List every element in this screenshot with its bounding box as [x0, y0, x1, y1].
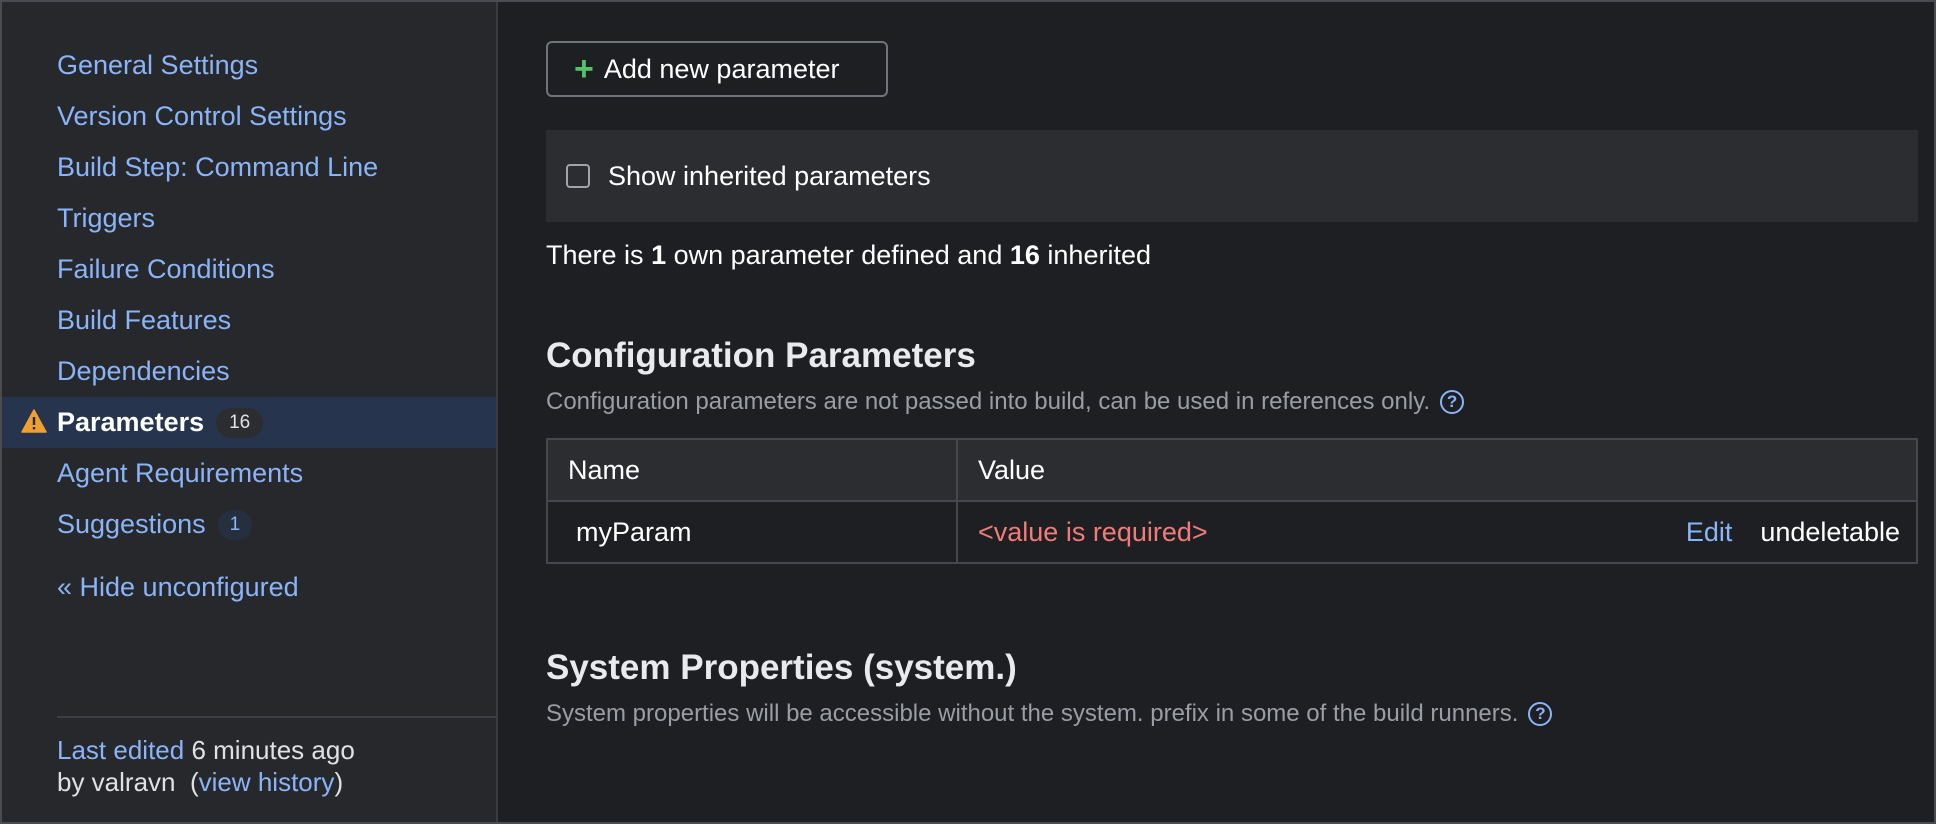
- sidebar-item-label: Build Features: [57, 305, 232, 335]
- show-inherited-label[interactable]: Show inherited parameters: [608, 161, 931, 192]
- help-circle-icon[interactable]: ?: [1528, 702, 1553, 726]
- param-value-cell: <value is required> Edit undeletable: [956, 500, 1918, 564]
- count-badge: 1: [217, 509, 253, 540]
- inherited-count: 16: [1009, 240, 1040, 270]
- sidebar-item-label: Build Step: Command Line: [57, 152, 379, 182]
- warning-triangle-icon: [21, 409, 47, 433]
- undeletable-label: undeletable: [1760, 516, 1900, 547]
- sidebar-item-label: Failure Conditions: [57, 254, 275, 284]
- help-circle-icon[interactable]: ?: [1440, 390, 1465, 414]
- table-row: myParam <value is required> Edit undelet…: [546, 500, 1918, 564]
- sidebar-nav: General Settings Version Control Setting…: [2, 40, 496, 550]
- show-inherited-bar: Show inherited parameters: [546, 130, 1918, 222]
- add-button-label: Add new parameter: [603, 53, 840, 84]
- view-history-link[interactable]: view history: [199, 767, 335, 797]
- last-edited-link[interactable]: Last edited: [57, 735, 184, 765]
- sidebar-item-suggestions[interactable]: Suggestions 1: [2, 499, 496, 550]
- last-edited-by: by valravn: [57, 767, 176, 797]
- sidebar-item-label: Triggers: [57, 203, 156, 233]
- param-value-required: <value is required>: [978, 516, 1208, 547]
- edit-parameter-link[interactable]: Edit: [1686, 517, 1733, 548]
- config-parameters-title: Configuration Parameters: [546, 336, 976, 375]
- add-new-parameter-button[interactable]: + Add new parameter: [546, 41, 888, 97]
- system-description-text: System properties will be accessible wit…: [546, 700, 1519, 727]
- sidebar-item-agent-requirements[interactable]: Agent Requirements: [2, 448, 496, 499]
- column-header-value: Value: [956, 438, 1918, 502]
- own-count: 1: [651, 240, 667, 270]
- sidebar-item-label: Suggestions: [57, 509, 206, 539]
- sidebar-item-label: Version Control Settings: [57, 101, 347, 131]
- sidebar-item-label: General Settings: [57, 50, 259, 80]
- param-name-cell: myParam: [546, 500, 958, 564]
- hide-unconfigured-link[interactable]: « Hide unconfigured: [57, 572, 299, 603]
- sidebar-divider: [57, 716, 498, 718]
- sidebar-item-label: Parameters: [57, 407, 205, 437]
- sidebar-item-dependencies[interactable]: Dependencies: [2, 346, 496, 397]
- sidebar-item-build-features[interactable]: Build Features: [2, 295, 496, 346]
- sidebar-item-label: Dependencies: [57, 356, 230, 386]
- sidebar-item-label: Agent Requirements: [57, 458, 304, 488]
- config-description-text: Configuration parameters are not passed …: [546, 388, 1431, 415]
- system-properties-title: System Properties (system.): [546, 648, 1017, 687]
- app-frame: General Settings Version Control Setting…: [0, 0, 1936, 824]
- plus-icon: +: [574, 50, 594, 88]
- config-parameters-description: Configuration parameters are not passed …: [546, 388, 1465, 416]
- show-inherited-checkbox[interactable]: [566, 164, 590, 188]
- sidebar-item-failure-conditions[interactable]: Failure Conditions: [2, 244, 496, 295]
- summary-middle: own parameter defined and: [673, 240, 1003, 270]
- sidebar-item-parameters[interactable]: Parameters 16: [2, 397, 496, 448]
- parameters-table: Name Value myParam <value is required> E…: [546, 438, 1918, 564]
- last-edited-time: 6 minutes ago: [191, 735, 355, 765]
- count-badge: 16: [216, 407, 264, 438]
- sidebar-item-version-control-settings[interactable]: Version Control Settings: [2, 91, 496, 142]
- sidebar-item-triggers[interactable]: Triggers: [2, 193, 496, 244]
- summary-suffix: inherited: [1047, 240, 1151, 270]
- sidebar-item-general-settings[interactable]: General Settings: [2, 40, 496, 91]
- parameter-summary: There is 1 own parameter defined and 16 …: [546, 240, 1151, 271]
- system-properties-description: System properties will be accessible wit…: [546, 700, 1553, 728]
- column-header-name: Name: [546, 438, 958, 502]
- row-actions: Edit undeletable: [1686, 517, 1900, 548]
- summary-prefix: There is: [546, 240, 644, 270]
- main-content: + Add new parameter Show inherited param…: [545, 2, 1918, 822]
- sidebar-item-build-step[interactable]: Build Step: Command Line: [2, 142, 496, 193]
- sidebar: General Settings Version Control Setting…: [2, 2, 498, 822]
- last-edited-info: Last edited 6 minutes ago by valravn (vi…: [57, 735, 355, 797]
- table-header-row: Name Value: [546, 438, 1918, 502]
